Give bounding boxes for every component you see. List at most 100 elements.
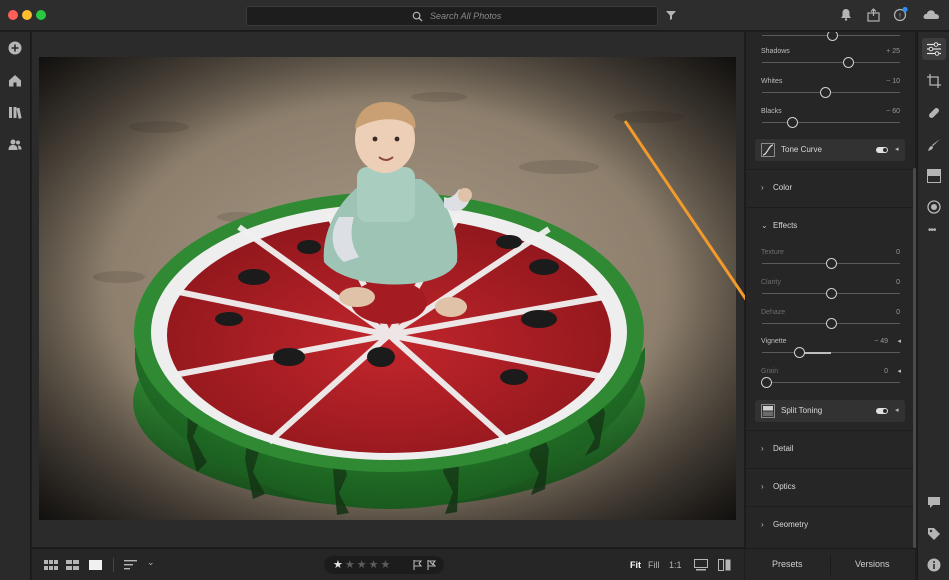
notifications-bell-icon[interactable]: [840, 8, 852, 21]
filter-icon[interactable]: [666, 10, 676, 20]
search-input[interactable]: Search All Photos: [246, 6, 658, 26]
more-options-icon[interactable]: •••: [928, 225, 936, 236]
slider-value: 0: [896, 309, 900, 316]
slider-thumb[interactable]: [794, 347, 805, 358]
linear-gradient-icon[interactable]: [927, 169, 941, 183]
slider-label: Grain: [761, 368, 779, 375]
slider-value: 0: [896, 279, 900, 286]
search-placeholder: Search All Photos: [430, 11, 502, 21]
slider-label: Shadows: [761, 48, 790, 55]
slider-row-blacks[interactable]: Blacks − 60: [760, 108, 902, 136]
slider-track[interactable]: [762, 62, 900, 63]
slider-track[interactable]: [762, 382, 900, 383]
section-detail[interactable]: › Detail: [746, 430, 915, 468]
panel-scrollbar[interactable]: [913, 168, 916, 548]
slider-row-whites[interactable]: Whites − 10: [760, 78, 902, 106]
split-toning-toggle[interactable]: [876, 408, 888, 414]
section-color[interactable]: › Color: [746, 169, 915, 207]
vignette-caret-icon[interactable]: ◂: [897, 337, 901, 345]
tone-curve-row[interactable]: Tone Curve ◂: [755, 139, 905, 161]
star-rating-filled: ★: [333, 559, 345, 571]
panel-bottom-bar: Presets Versions: [745, 548, 915, 580]
zoom-window-button[interactable]: [36, 10, 46, 20]
section-geometry[interactable]: › Geometry: [746, 506, 915, 544]
slider-value: 0: [896, 249, 900, 256]
slider-row-shadows[interactable]: Shadows + 25: [760, 48, 902, 76]
help-icon[interactable]: !: [893, 6, 909, 22]
sort-icon[interactable]: [124, 560, 137, 570]
people-icon[interactable]: [8, 138, 22, 151]
divider: [830, 555, 831, 575]
rating-and-flags: ★★★★★: [324, 556, 444, 574]
section-title: Effects: [773, 221, 798, 230]
filmstrip-toolbar: ⌄ ★★★★★ Fit Fill 1:1: [32, 548, 744, 580]
presets-button[interactable]: Presets: [772, 559, 803, 569]
radial-gradient-icon[interactable]: [927, 200, 941, 214]
slider-label: Whites: [761, 78, 783, 85]
home-icon[interactable]: [8, 74, 22, 87]
slider-thumb[interactable]: [820, 87, 831, 98]
slider-track[interactable]: [762, 122, 900, 123]
slider-row-texture[interactable]: Texture 0: [760, 249, 902, 277]
crop-icon[interactable]: [927, 74, 941, 88]
close-window-button[interactable]: [8, 10, 18, 20]
slider-row-highlights[interactable]: [760, 32, 902, 49]
minimize-window-button[interactable]: [22, 10, 32, 20]
cloud-sync-icon[interactable]: [922, 9, 940, 20]
slider-thumb[interactable]: [826, 318, 837, 329]
section-title: Color: [773, 183, 793, 192]
chevron-right-icon: ›: [761, 520, 764, 529]
slider-thumb[interactable]: [787, 117, 798, 128]
tone-curve-caret-icon[interactable]: ◂: [895, 145, 899, 153]
section-title: Optics: [773, 482, 796, 491]
versions-button[interactable]: Versions: [855, 559, 890, 569]
brush-icon[interactable]: [927, 138, 941, 152]
view-fill-button[interactable]: Fill: [648, 560, 660, 570]
right-tool-rail: •••: [917, 32, 949, 580]
slider-thumb[interactable]: [827, 32, 838, 41]
sort-chevron-down-icon[interactable]: ⌄: [147, 557, 155, 568]
star-rating[interactable]: ★★★★★: [333, 558, 392, 571]
photo-grid-icon[interactable]: [44, 560, 58, 570]
compare-view-icon[interactable]: [694, 559, 708, 571]
tone-curve-toggle[interactable]: [876, 147, 888, 153]
edit-sliders-icon[interactable]: [927, 42, 941, 56]
slider-track[interactable]: [762, 352, 900, 353]
slider-row-dehaze[interactable]: Dehaze 0: [760, 309, 902, 337]
slider-thumb[interactable]: [843, 57, 854, 68]
view-fit-button[interactable]: Fit: [630, 560, 641, 570]
slider-row-vignette[interactable]: Vignette − 49 ◂: [760, 338, 902, 366]
square-grid-icon[interactable]: [66, 560, 79, 570]
reject-flag-icon[interactable]: [427, 560, 437, 570]
before-after-icon[interactable]: [718, 559, 731, 571]
slider-row-grain[interactable]: Grain 0 ◂: [760, 368, 902, 396]
pick-flag-icon[interactable]: [413, 560, 423, 570]
slider-thumb[interactable]: [826, 258, 837, 269]
split-toning-caret-icon[interactable]: ◂: [895, 406, 899, 414]
slider-track[interactable]: [762, 92, 900, 93]
slider-row-clarity[interactable]: Clarity 0: [760, 279, 902, 307]
title-bar: Search All Photos !: [0, 0, 949, 31]
add-photos-icon[interactable]: [8, 41, 22, 55]
slider-value: + 25: [886, 48, 900, 55]
slider-thumb[interactable]: [761, 377, 772, 388]
svg-text:!: !: [899, 13, 901, 20]
slider-label: Dehaze: [761, 309, 786, 316]
grain-caret-icon[interactable]: ◂: [897, 367, 901, 375]
comments-icon[interactable]: [927, 496, 941, 509]
library-icon[interactable]: [8, 106, 22, 119]
tone-curve-label: Tone Curve: [781, 145, 822, 154]
view-1to1-button[interactable]: 1:1: [669, 560, 682, 570]
section-optics[interactable]: › Optics: [746, 468, 915, 506]
info-icon[interactable]: [927, 558, 941, 572]
keyword-tag-icon[interactable]: [927, 527, 941, 540]
slider-thumb[interactable]: [826, 288, 837, 299]
share-icon[interactable]: [867, 8, 880, 22]
healing-bandage-icon[interactable]: [927, 106, 941, 120]
slider-label: Clarity: [761, 279, 781, 286]
slider-value: 0: [884, 368, 888, 375]
slider-value: − 10: [886, 78, 900, 85]
edited-photo[interactable]: [39, 57, 736, 520]
detail-view-icon[interactable]: [89, 560, 102, 570]
split-toning-row[interactable]: Split Toning ◂: [755, 400, 905, 422]
